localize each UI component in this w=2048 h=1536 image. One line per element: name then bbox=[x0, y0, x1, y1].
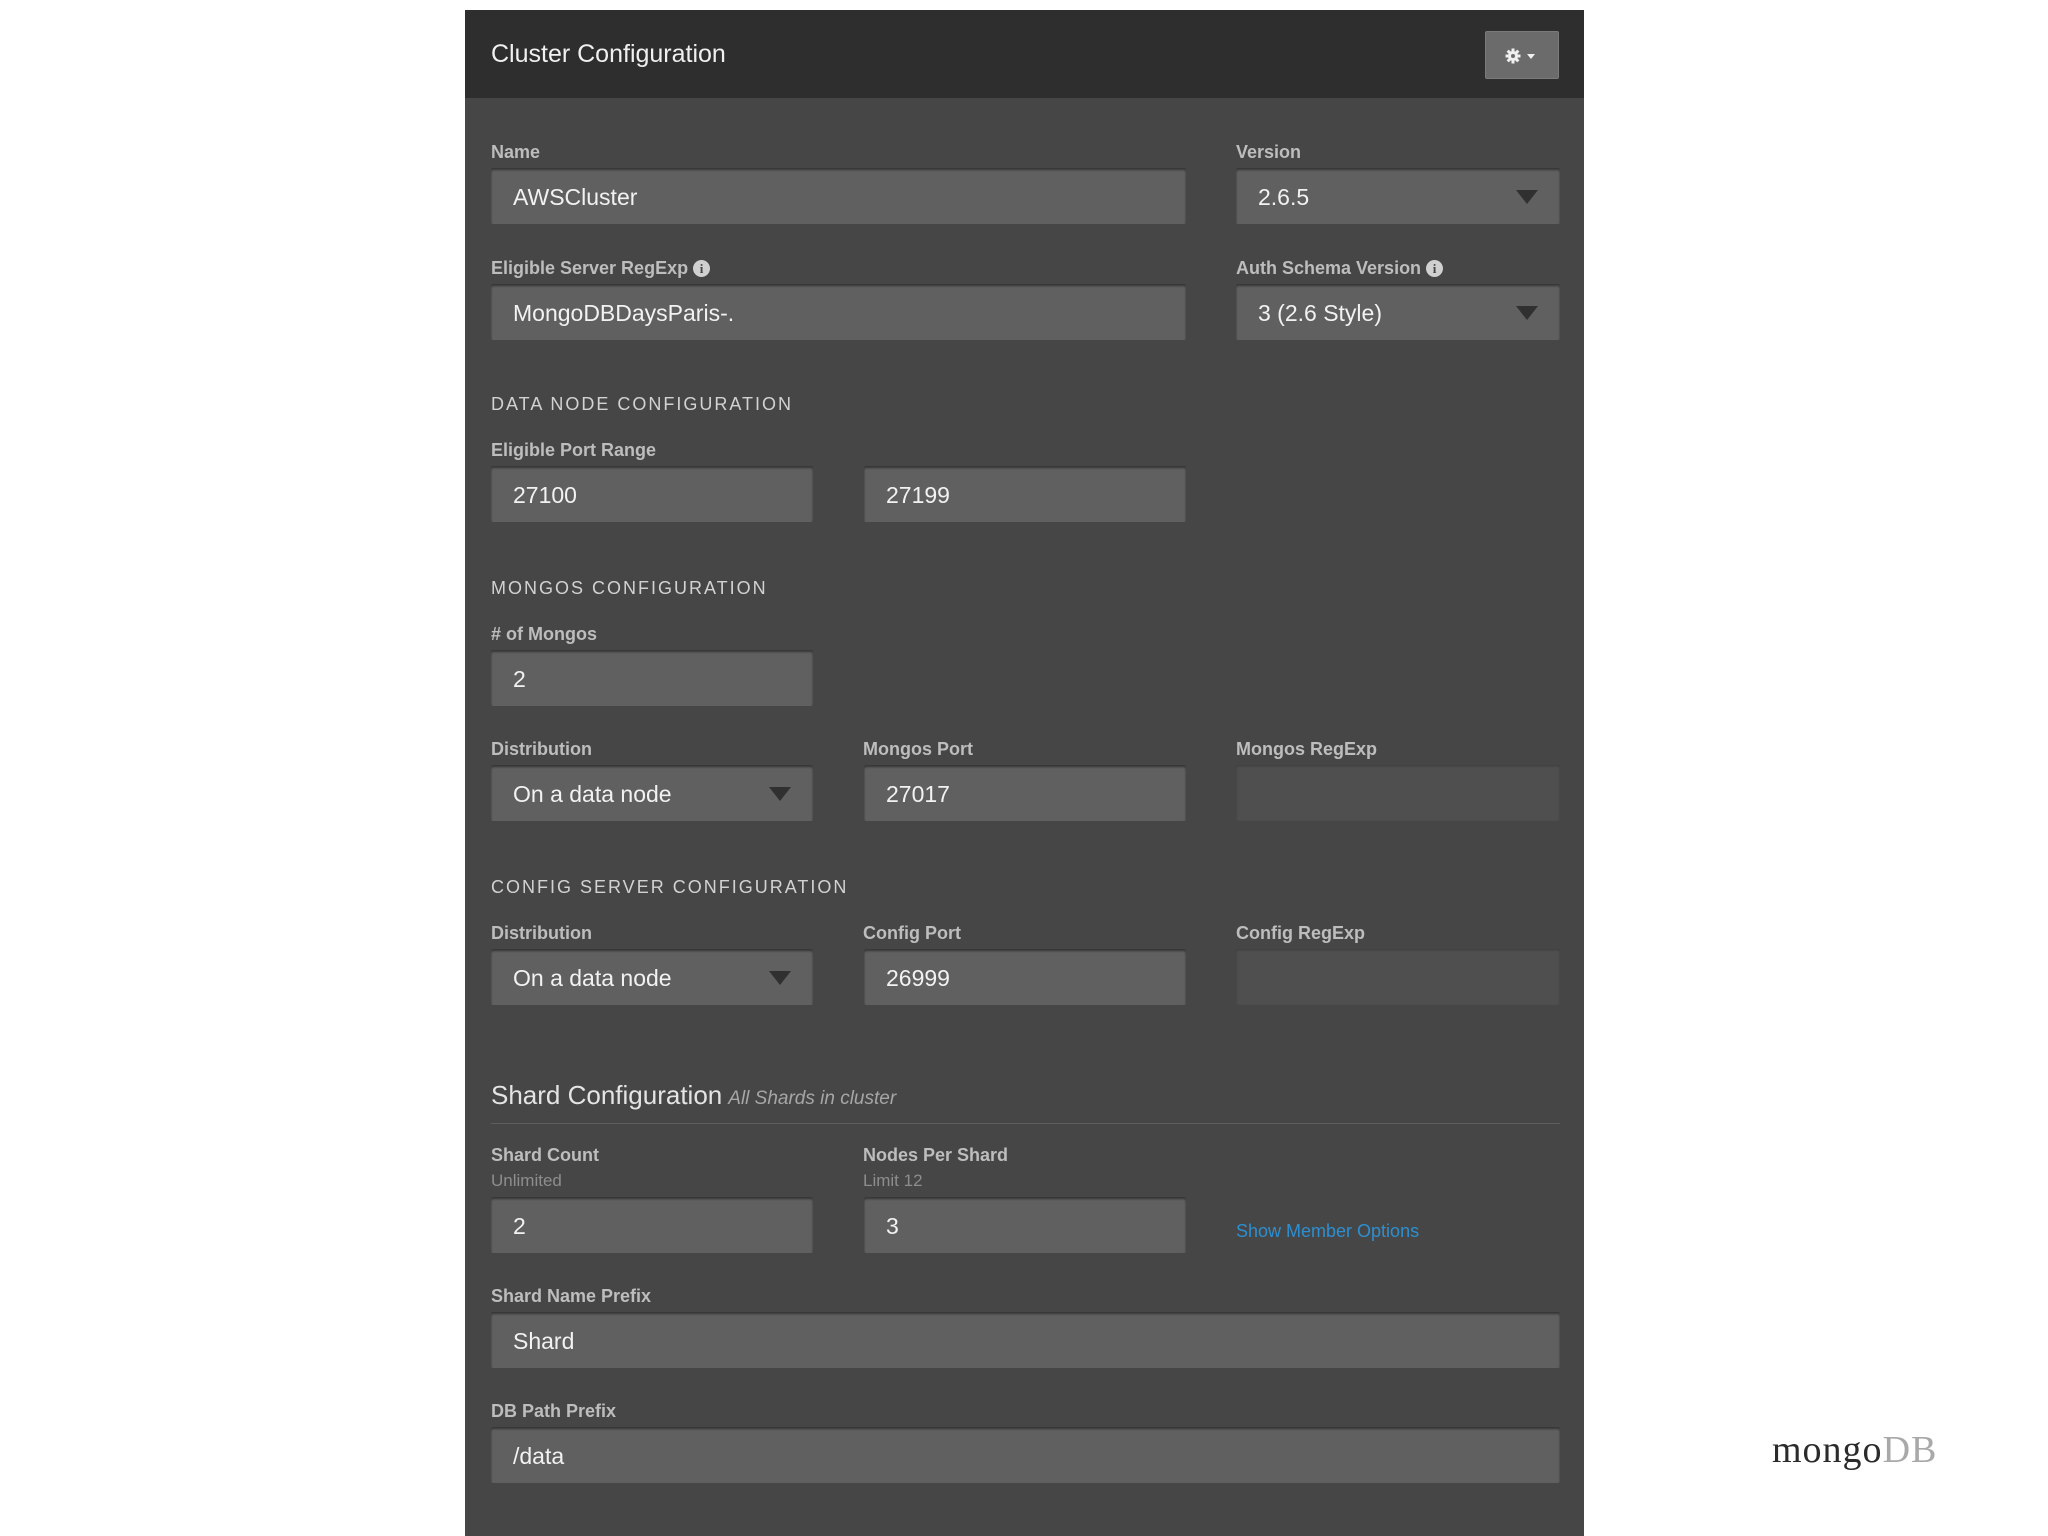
settings-menu-button[interactable] bbox=[1485, 31, 1559, 79]
port-range-from-value: 27100 bbox=[513, 482, 577, 508]
config-distribution-select[interactable]: On a data node bbox=[491, 949, 813, 1005]
name-label: Name bbox=[491, 142, 541, 162]
version-label: Version bbox=[1236, 142, 1302, 162]
mongos-distribution-label: Distribution bbox=[491, 739, 592, 759]
shard-count-hint: Unlimited bbox=[491, 1171, 562, 1190]
shard-configuration-heading: Shard Configuration bbox=[491, 1080, 723, 1110]
mongos-regexp-input[interactable] bbox=[1236, 765, 1560, 821]
config-regexp-input[interactable] bbox=[1236, 949, 1560, 1005]
mongos-section-heading: MONGOS CONFIGURATION bbox=[491, 578, 768, 598]
mongos-distribution-select[interactable]: On a data node bbox=[491, 765, 813, 821]
shard-name-prefix-input[interactable]: Shard bbox=[491, 1312, 1560, 1368]
mongos-regexp-label: Mongos RegExp bbox=[1236, 739, 1378, 759]
mongos-count-label: # of Mongos bbox=[491, 624, 597, 644]
caret-down-icon bbox=[1527, 54, 1535, 59]
db-path-prefix-label: DB Path Prefix bbox=[491, 1401, 617, 1421]
config-distribution-value: On a data node bbox=[513, 965, 672, 991]
config-port-input[interactable]: 26999 bbox=[864, 949, 1186, 1005]
logo-part-mongo: mongo bbox=[1772, 1429, 1883, 1471]
data-node-section-heading: DATA NODE CONFIGURATION bbox=[491, 394, 794, 414]
shard-configuration-subtitle: All Shards in cluster bbox=[728, 1088, 897, 1109]
eligible-server-regexp-value: MongoDBDaysParis-. bbox=[513, 300, 735, 326]
name-input[interactable]: AWSCluster bbox=[491, 168, 1186, 224]
shard-count-value: 2 bbox=[513, 1213, 526, 1239]
auth-schema-version-select[interactable]: 3 (2.6 Style) bbox=[1236, 284, 1560, 340]
nodes-per-shard-value: 3 bbox=[886, 1213, 899, 1239]
mongodb-logo: mongoDB bbox=[1772, 1428, 1937, 1472]
chevron-down-icon bbox=[769, 787, 791, 801]
nodes-per-shard-hint: Limit 12 bbox=[863, 1171, 923, 1190]
section-divider bbox=[491, 1123, 1560, 1124]
eligible-server-regexp-label-text: Eligible Server RegExp bbox=[491, 258, 689, 278]
mongos-port-label: Mongos Port bbox=[863, 739, 973, 759]
version-value: 2.6.5 bbox=[1258, 184, 1310, 210]
mongos-port-input[interactable]: 27017 bbox=[864, 765, 1186, 821]
port-range-from-input[interactable]: 27100 bbox=[491, 466, 813, 522]
gear-icon bbox=[1505, 48, 1535, 64]
config-distribution-label: Distribution bbox=[491, 923, 592, 943]
panel-title: Cluster Configuration bbox=[491, 40, 726, 68]
cluster-configuration-panel: Cluster Configuration Name AWSCluster Ve… bbox=[465, 10, 1584, 1536]
shard-configuration-title: Shard Configuration All Shards in cluster bbox=[491, 1080, 896, 1111]
chevron-down-icon bbox=[769, 971, 791, 985]
shard-name-prefix-label: Shard Name Prefix bbox=[491, 1286, 652, 1306]
logo-part-db: DB bbox=[1882, 1429, 1938, 1471]
shard-count-label: Shard Count bbox=[491, 1145, 599, 1165]
name-value: AWSCluster bbox=[513, 184, 638, 210]
shard-count-input[interactable]: 2 bbox=[491, 1197, 813, 1253]
nodes-per-shard-label: Nodes Per Shard bbox=[863, 1145, 1009, 1165]
db-path-prefix-value: /data bbox=[513, 1443, 565, 1469]
config-server-section-heading: CONFIG SERVER CONFIGURATION bbox=[491, 877, 849, 897]
config-regexp-label: Config RegExp bbox=[1236, 923, 1365, 943]
config-port-label: Config Port bbox=[863, 923, 961, 943]
port-range-to-value: 27199 bbox=[886, 482, 950, 508]
config-port-value: 26999 bbox=[886, 965, 950, 991]
info-icon[interactable]: i bbox=[693, 260, 711, 277]
show-member-options-link[interactable]: Show Member Options bbox=[1236, 1221, 1419, 1242]
version-select[interactable]: 2.6.5 bbox=[1236, 168, 1560, 224]
nodes-per-shard-input[interactable]: 3 bbox=[864, 1197, 1186, 1253]
eligible-server-regexp-input[interactable]: MongoDBDaysParis-. bbox=[491, 284, 1186, 340]
eligible-server-regexp-label: Eligible Server RegExp i bbox=[491, 258, 711, 279]
db-path-prefix-input[interactable]: /data bbox=[491, 1427, 1560, 1483]
mongos-count-value: 2 bbox=[513, 666, 526, 692]
auth-schema-version-value: 3 (2.6 Style) bbox=[1258, 300, 1382, 326]
auth-schema-version-label-text: Auth Schema Version bbox=[1236, 258, 1422, 278]
info-icon[interactable]: i bbox=[1426, 260, 1444, 277]
eligible-port-range-label: Eligible Port Range bbox=[491, 440, 657, 460]
chevron-down-icon bbox=[1516, 306, 1538, 320]
panel-header: Cluster Configuration bbox=[465, 10, 1584, 98]
shard-name-prefix-value: Shard bbox=[513, 1328, 575, 1354]
chevron-down-icon bbox=[1516, 190, 1538, 204]
mongos-distribution-value: On a data node bbox=[513, 781, 672, 807]
mongos-port-value: 27017 bbox=[886, 781, 950, 807]
auth-schema-version-label: Auth Schema Version i bbox=[1236, 258, 1444, 279]
port-range-to-input[interactable]: 27199 bbox=[864, 466, 1186, 522]
mongos-count-input[interactable]: 2 bbox=[491, 650, 813, 706]
